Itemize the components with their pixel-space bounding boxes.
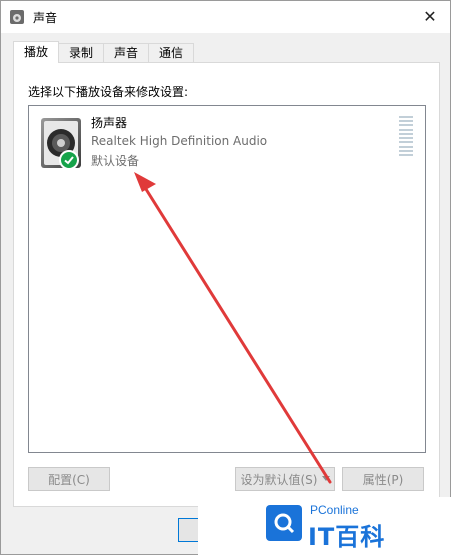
level-bar [399,153,413,156]
device-name: 扬声器 [91,116,128,130]
tab-recording[interactable]: 录制 [58,43,105,63]
level-bar [399,145,413,148]
device-list[interactable]: 扬声器 Realtek High Definition Audio 默认设备 [28,105,426,453]
title-bar: 声音 ✕ [1,1,450,33]
device-status: 默认设备 [91,154,140,168]
chevron-down-icon[interactable] [322,476,330,481]
level-bar [399,137,413,140]
level-bar [399,116,413,118]
level-bar [399,128,413,131]
level-bar [399,141,413,144]
tab-sounds[interactable]: 声音 [103,43,150,63]
default-check-badge [59,150,79,170]
window-title: 声音 [33,11,58,25]
set-default-button[interactable]: 设为默认值(S) [235,467,335,491]
configure-button[interactable]: 配置(C) [28,467,110,491]
level-bar [399,124,413,127]
close-icon: ✕ [423,6,437,26]
level-bar [399,132,413,135]
tab-communications[interactable]: 通信 [148,43,195,63]
sound-dialog: 声音 ✕ 播放 录制 声音 通信 选择以下播放设备来修改设置: 扬声器 Real… [0,0,451,555]
pconline-watermark: PConline IT百科 [198,497,451,555]
watermark-pconline-text: PConline [310,503,359,517]
check-icon [64,156,74,165]
device-driver: Realtek High Definition Audio [91,134,268,148]
tab-playback[interactable]: 播放 [13,41,60,63]
level-bar [399,149,413,152]
watermark-brand-text: IT百科 [308,523,386,551]
playback-panel: 选择以下播放设备来修改设置: 扬声器 Realtek High Definiti… [13,62,440,507]
close-button[interactable]: ✕ [410,1,450,31]
tab-strip: 播放 录制 声音 通信 [13,41,195,63]
volume-level-meter [399,116,413,156]
search-icon [274,513,295,534]
speaker-title-icon [10,10,24,24]
pconline-logo-icon [266,505,302,541]
level-bar [399,120,413,123]
instruction-text: 选择以下播放设备来修改设置: [28,85,189,99]
device-item-speaker[interactable]: 扬声器 Realtek High Definition Audio 默认设备 [35,112,419,176]
set-default-label: 设为默认值(S) [240,472,318,487]
properties-button[interactable]: 属性(P) [342,467,424,491]
